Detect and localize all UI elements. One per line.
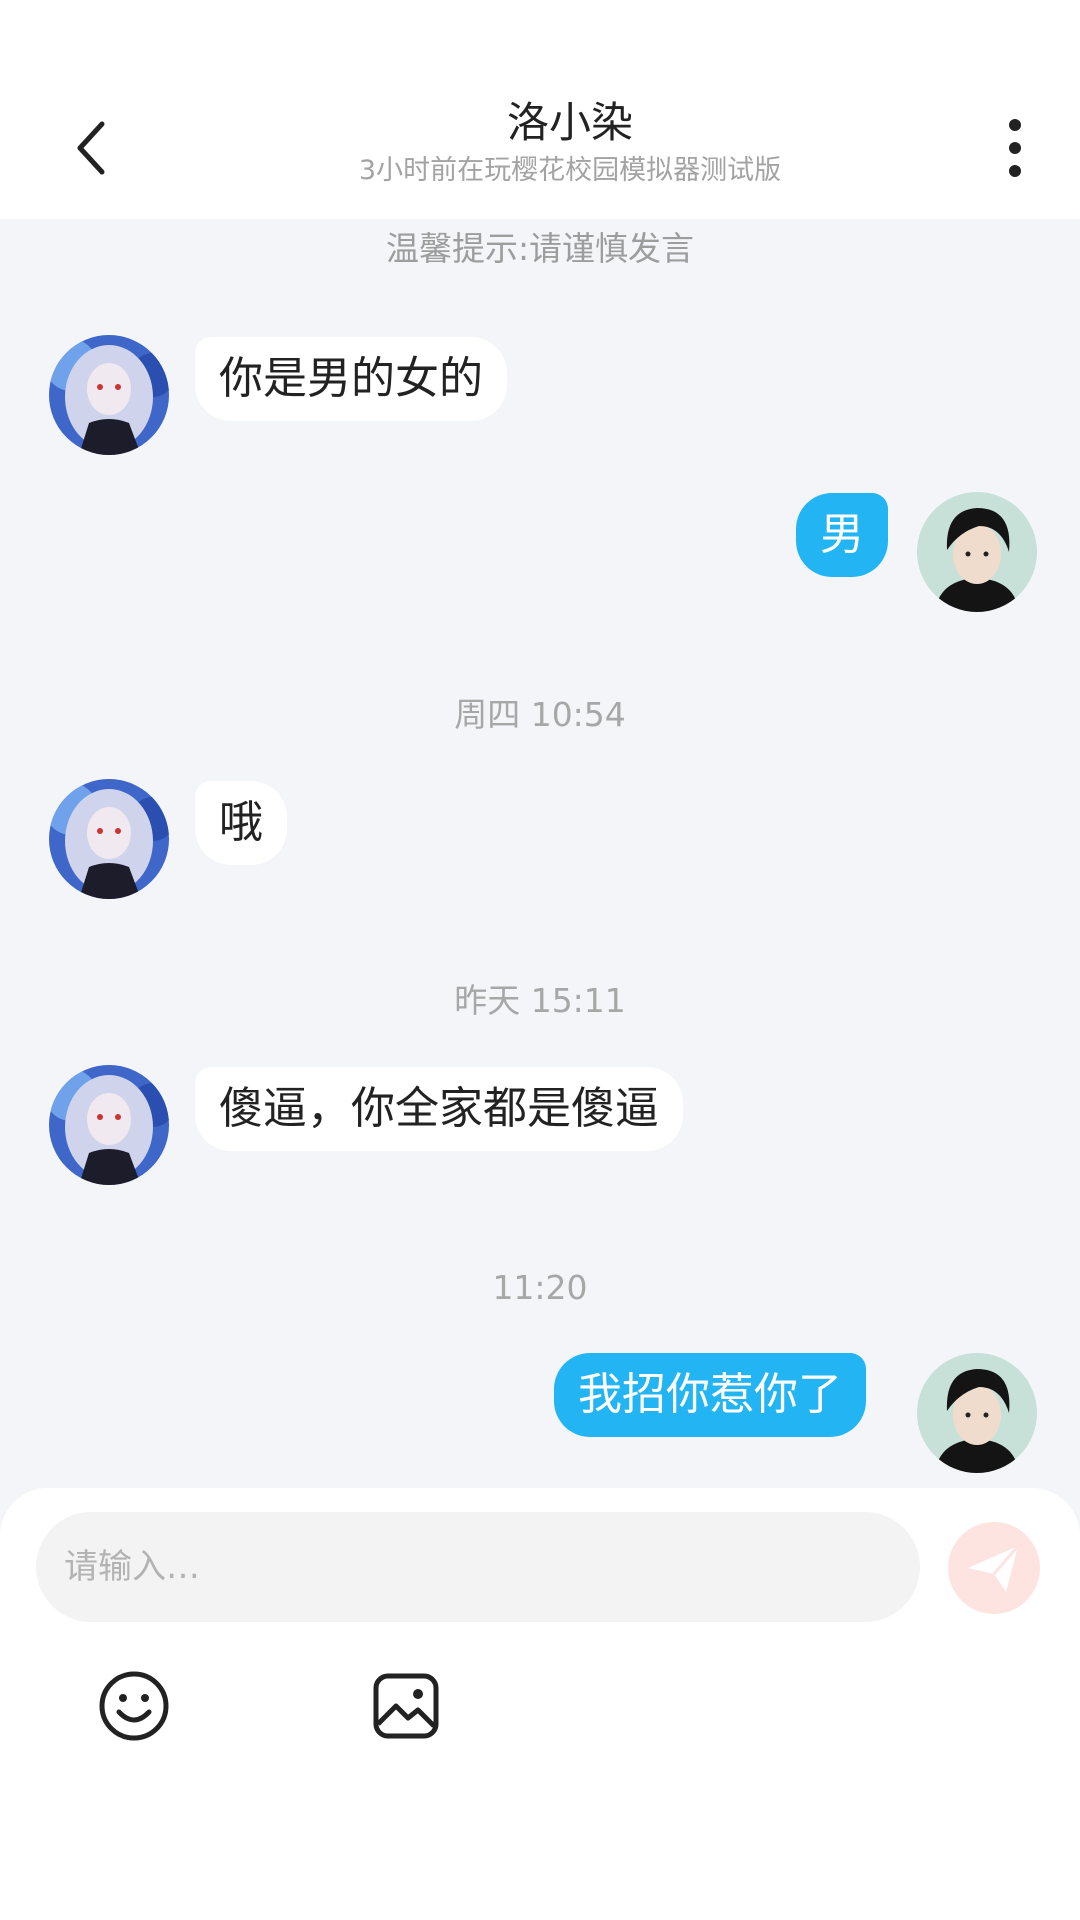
- send-icon: [968, 1545, 1020, 1592]
- message-composer: [0, 1488, 1080, 1920]
- more-vertical-icon: [1009, 119, 1021, 177]
- message-bubble-incoming[interactable]: 哦: [195, 781, 287, 865]
- emoji-button[interactable]: [96, 1668, 172, 1744]
- my-avatar[interactable]: [917, 492, 1037, 612]
- contact-avatar[interactable]: [49, 779, 169, 899]
- message-bubble-incoming[interactable]: 你是男的女的: [195, 337, 507, 421]
- message-input[interactable]: [36, 1512, 920, 1622]
- emoji-icon: [99, 1671, 169, 1741]
- contact-avatar[interactable]: [49, 1065, 169, 1185]
- message-bubble-incoming[interactable]: 傻逼，你全家都是傻逼: [195, 1067, 683, 1151]
- warning-tip: 温馨提示:请谨慎发言: [385, 229, 695, 268]
- image-icon: [373, 1673, 439, 1739]
- timestamp: 昨天 15:11: [454, 981, 626, 1020]
- chat-header: 洛小染 3小时前在玩樱花校园模拟器测试版: [0, 0, 1080, 219]
- message-bubble-outgoing[interactable]: 我招你惹你了: [554, 1353, 866, 1437]
- timestamp: 11:20: [492, 1268, 588, 1307]
- contact-avatar[interactable]: [49, 335, 169, 455]
- timestamp: 周四 10:54: [454, 695, 626, 734]
- image-button[interactable]: [368, 1668, 444, 1744]
- more-options-button[interactable]: [990, 115, 1040, 181]
- chat-title: 洛小染: [506, 98, 633, 147]
- send-button[interactable]: [948, 1522, 1040, 1614]
- message-bubble-outgoing[interactable]: 男: [796, 493, 888, 577]
- my-avatar[interactable]: [917, 1353, 1037, 1473]
- chat-subtitle: 3小时前在玩樱花校园模拟器测试版: [358, 155, 782, 186]
